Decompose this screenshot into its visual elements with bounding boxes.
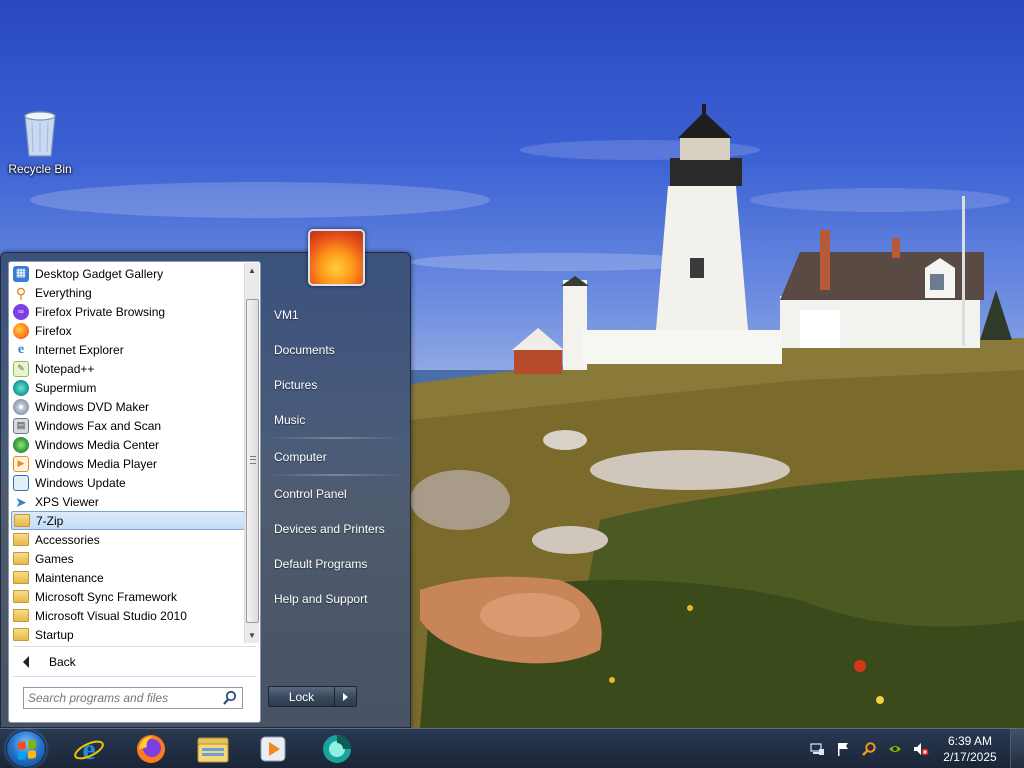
everything-search-icon[interactable] xyxy=(861,741,877,757)
dvd-maker-icon xyxy=(13,398,29,415)
search-input[interactable] xyxy=(24,689,222,707)
folder-icon xyxy=(13,533,29,546)
program-supermium[interactable]: Supermium xyxy=(11,378,245,397)
folder-icon xyxy=(14,514,30,527)
action-center-flag-icon[interactable] xyxy=(835,741,851,757)
place-control-panel[interactable]: Control Panel xyxy=(265,476,405,511)
fax-scan-icon: ▤ xyxy=(13,417,29,434)
start-menu: ▦ Desktop Gadget Gallery ⚲ Everything ∞ … xyxy=(0,229,411,728)
place-default-programs[interactable]: Default Programs xyxy=(265,546,405,581)
program-xps-viewer[interactable]: ➤ XPS Viewer xyxy=(11,492,245,511)
search-separator xyxy=(13,676,256,677)
gadget-gallery-icon: ▦ xyxy=(13,265,29,282)
folder-accessories[interactable]: Accessories xyxy=(11,530,245,549)
scroll-grip-icon xyxy=(250,456,256,464)
list-separator xyxy=(13,646,256,647)
place-pictures[interactable]: Pictures xyxy=(265,367,405,402)
places-pane: VM1 Documents Pictures Music Computer Co… xyxy=(265,297,405,616)
internet-explorer-icon: e xyxy=(17,341,25,357)
windows-update-icon xyxy=(13,474,29,491)
start-button[interactable] xyxy=(6,730,46,768)
folder-microsoft-visual-studio-2010[interactable]: Microsoft Visual Studio 2010 xyxy=(11,606,245,625)
firefox-private-icon: ∞ xyxy=(13,303,29,320)
svg-text:e: e xyxy=(82,733,95,765)
file-explorer-icon xyxy=(197,737,229,763)
taskbar: e 6:39 AM 2/17/2025 xyxy=(0,728,1024,768)
user-account-picture[interactable] xyxy=(308,229,365,286)
program-internet-explorer[interactable]: e Internet Explorer xyxy=(11,340,245,359)
folder-maintenance[interactable]: Maintenance xyxy=(11,568,245,587)
place-devices-and-printers[interactable]: Devices and Printers xyxy=(265,511,405,546)
everything-icon: ⚲ xyxy=(15,284,27,301)
folder-icon xyxy=(13,609,29,622)
xps-viewer-icon: ➤ xyxy=(15,493,27,510)
volume-muted-icon[interactable] xyxy=(913,741,929,757)
network-icon[interactable] xyxy=(809,741,825,757)
clock[interactable]: 6:39 AM 2/17/2025 xyxy=(934,733,1006,765)
nvidia-icon[interactable] xyxy=(887,741,903,757)
supermium-icon xyxy=(13,379,29,396)
program-everything[interactable]: ⚲ Everything xyxy=(11,283,245,302)
shutdown-group: Lock xyxy=(268,686,357,707)
place-computer[interactable]: Computer xyxy=(265,439,405,474)
folder-icon xyxy=(13,590,29,603)
back-button[interactable]: Back xyxy=(17,651,76,673)
programs-pane: ▦ Desktop Gadget Gallery ⚲ Everything ∞ … xyxy=(8,261,261,723)
scroll-down-arrow-icon[interactable]: ▼ xyxy=(245,628,259,643)
firefox-icon xyxy=(137,735,165,763)
notepad-plus-plus-icon: ✎ xyxy=(13,360,29,377)
program-windows-media-center[interactable]: Windows Media Center xyxy=(11,435,245,454)
taskbar-file-explorer[interactable] xyxy=(188,731,238,767)
all-programs-list: ▦ Desktop Gadget Gallery ⚲ Everything ∞ … xyxy=(11,264,245,644)
program-windows-fax-and-scan[interactable]: ▤ Windows Fax and Scan xyxy=(11,416,245,435)
programs-scrollbar[interactable]: ▲ ▼ xyxy=(244,263,259,643)
taskbar-supermium[interactable] xyxy=(312,731,362,767)
folder-icon xyxy=(13,552,29,565)
scroll-thumb[interactable] xyxy=(246,299,259,623)
recycle-bin-shortcut[interactable]: Recycle Bin xyxy=(4,110,76,176)
search-icon[interactable] xyxy=(222,690,238,706)
recycle-bin-label: Recycle Bin xyxy=(8,162,72,176)
program-firefox-private-browsing[interactable]: ∞ Firefox Private Browsing xyxy=(11,302,245,321)
folder-icon xyxy=(13,571,29,584)
taskbar-firefox[interactable] xyxy=(126,731,176,767)
recycle-bin-icon xyxy=(20,110,60,158)
place-music[interactable]: Music xyxy=(265,402,405,437)
place-user-folder[interactable]: VM1 xyxy=(265,297,405,332)
lock-button[interactable]: Lock xyxy=(268,686,335,707)
program-notepad-plus-plus[interactable]: ✎ Notepad++ xyxy=(11,359,245,378)
scroll-up-arrow-icon[interactable]: ▲ xyxy=(245,263,259,278)
folder-games[interactable]: Games xyxy=(11,549,245,568)
media-center-icon xyxy=(13,436,29,453)
folder-startup[interactable]: Startup xyxy=(11,625,245,644)
taskbar-internet-explorer[interactable]: e xyxy=(64,731,114,767)
clock-date: 2/17/2025 xyxy=(943,750,997,764)
system-tray: 6:39 AM 2/17/2025 xyxy=(804,729,1024,768)
firefox-icon xyxy=(13,322,29,339)
power-options-arrow-icon[interactable] xyxy=(335,686,357,707)
program-windows-update[interactable]: Windows Update xyxy=(11,473,245,492)
internet-explorer-icon: e xyxy=(74,733,104,765)
folder-microsoft-sync-framework[interactable]: Microsoft Sync Framework xyxy=(11,587,245,606)
program-firefox[interactable]: Firefox xyxy=(11,321,245,340)
program-desktop-gadget-gallery[interactable]: ▦ Desktop Gadget Gallery xyxy=(11,264,245,283)
program-windows-dvd-maker[interactable]: Windows DVD Maker xyxy=(11,397,245,416)
place-help-and-support[interactable]: Help and Support xyxy=(265,581,405,616)
windows-logo-icon xyxy=(18,740,36,760)
place-documents[interactable]: Documents xyxy=(265,332,405,367)
clock-time: 6:39 AM xyxy=(947,734,993,748)
media-player-icon: ▶ xyxy=(13,455,29,472)
search-programs-box[interactable] xyxy=(23,687,243,709)
program-windows-media-player[interactable]: ▶ Windows Media Player xyxy=(11,454,245,473)
folder-icon xyxy=(13,628,29,641)
supermium-icon xyxy=(323,735,351,763)
folder-7-zip[interactable]: 7-Zip xyxy=(11,511,245,530)
show-desktop-button[interactable] xyxy=(1010,729,1024,768)
taskbar-media-player[interactable] xyxy=(248,731,298,767)
back-arrow-icon xyxy=(23,656,29,668)
media-player-icon xyxy=(260,736,286,762)
